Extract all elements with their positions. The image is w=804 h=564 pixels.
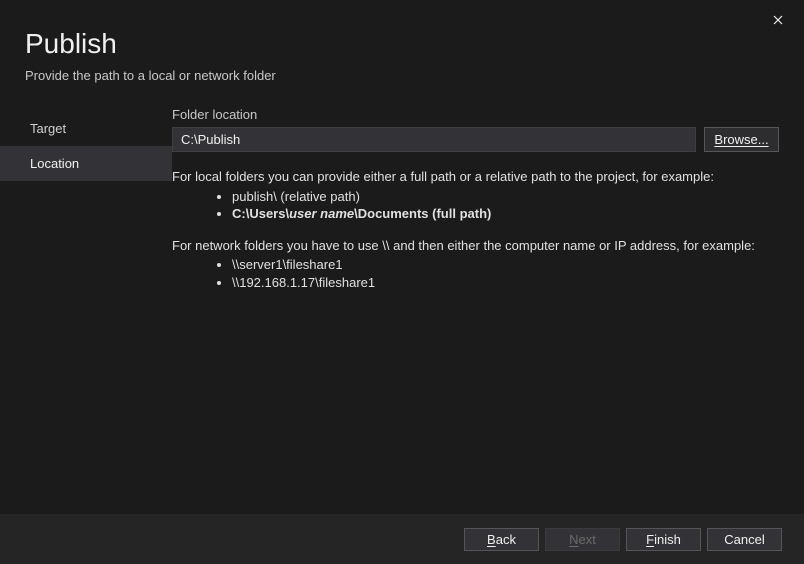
step-location[interactable]: Location bbox=[0, 146, 172, 181]
help-net-example-2: \\192.168.1.17\fileshare1 bbox=[232, 274, 779, 292]
wizard-steps: Target Location bbox=[0, 107, 172, 305]
help-local-intro: For local folders you can provide either… bbox=[172, 168, 779, 186]
browse-button[interactable]: Browse... bbox=[704, 127, 779, 152]
dialog-header: Publish Provide the path to a local or n… bbox=[0, 0, 804, 83]
help-net-example-1: \\server1\fileshare1 bbox=[232, 256, 779, 274]
close-icon[interactable] bbox=[766, 8, 790, 32]
cancel-button[interactable]: Cancel bbox=[707, 528, 782, 551]
back-button[interactable]: Back bbox=[464, 528, 539, 551]
help-local-example-2: C:\Users\user name\Documents (full path) bbox=[232, 205, 779, 223]
folder-location-input[interactable] bbox=[172, 127, 696, 152]
page-subtitle: Provide the path to a local or network f… bbox=[25, 68, 779, 83]
content-pane: Folder location Browse... For local fold… bbox=[172, 107, 804, 305]
page-title: Publish bbox=[25, 28, 779, 60]
step-target[interactable]: Target bbox=[0, 111, 172, 146]
help-net-intro: For network folders you have to use \\ a… bbox=[172, 237, 779, 255]
help-local-example-1: publish\ (relative path) bbox=[232, 188, 779, 206]
help-text: For local folders you can provide either… bbox=[172, 168, 779, 291]
next-button: Next bbox=[545, 528, 620, 551]
finish-button[interactable]: Finish bbox=[626, 528, 701, 551]
folder-location-label: Folder location bbox=[172, 107, 779, 122]
dialog-footer: Back Next Finish Cancel bbox=[0, 514, 804, 564]
